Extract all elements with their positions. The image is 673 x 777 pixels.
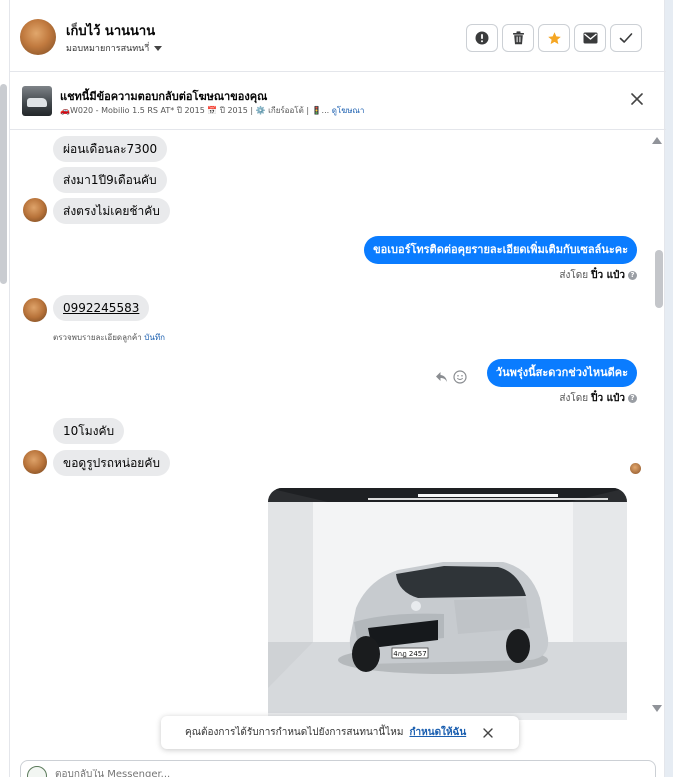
message-scrollbar-thumb[interactable] bbox=[655, 250, 663, 308]
save-detail-link[interactable]: บันทึก bbox=[144, 333, 165, 342]
contact-avatar-small bbox=[23, 198, 47, 222]
contact-avatar[interactable] bbox=[20, 19, 56, 55]
delete-button[interactable] bbox=[502, 24, 534, 52]
scroll-down-arrow-icon[interactable] bbox=[652, 705, 662, 712]
envelope-icon bbox=[583, 32, 597, 44]
mark-done-button[interactable] bbox=[610, 24, 642, 52]
help-icon[interactable]: ? bbox=[628, 394, 637, 403]
scroll-up-arrow-icon[interactable] bbox=[652, 137, 662, 144]
assign-to-me-link[interactable]: กำหนดให้ฉัน bbox=[409, 725, 466, 740]
header-actions bbox=[466, 24, 642, 52]
message-bubble-outgoing[interactable]: ขอเบอร์โทรติดต่อคุยรายละเอียดเพิ่มเติมกั… bbox=[364, 236, 637, 264]
star-button[interactable] bbox=[538, 24, 570, 52]
contact-name[interactable]: เก็บไว้ นานนาน bbox=[66, 20, 155, 41]
conversation-panel: เก็บไว้ นานนาน มอบหมายการสนทนาี่ แชทนี้ม… bbox=[9, 0, 666, 777]
trash-icon bbox=[512, 31, 524, 45]
report-spam-button[interactable] bbox=[466, 24, 498, 52]
detected-details-text: ตรวจพบรายละเอียดลูกค้า bbox=[53, 333, 142, 342]
sender-name[interactable]: ปิ๋ว แป๋ว bbox=[591, 391, 625, 406]
caret-down-icon bbox=[154, 45, 163, 51]
message-bubble-incoming[interactable]: ส่งมา1ปี9เดือนคับ bbox=[53, 167, 167, 193]
license-plate: 4กฎ 2457 bbox=[393, 650, 426, 658]
customer-detail-note: ตรวจพบรายละเอียดลูกค้า บันทึก bbox=[53, 331, 165, 344]
ad-thumbnail[interactable] bbox=[22, 86, 52, 116]
check-icon bbox=[619, 33, 633, 43]
message-bubble-incoming[interactable]: ผ่อนเดือนละ7300 bbox=[53, 136, 168, 162]
sent-by-line: ส่งโดย ปิ๋ว แป๋ว ? bbox=[559, 268, 637, 283]
reply-input[interactable] bbox=[55, 769, 615, 777]
close-icon[interactable] bbox=[630, 92, 644, 106]
message-bubble-incoming[interactable]: ส่งตรงไม่เคยช้าคับ bbox=[53, 198, 170, 224]
ad-banner-title: แชทนี้มีข้อความตอบกลับต่อโฆษณาของคุณ bbox=[60, 90, 268, 103]
assign-conversation-dropdown[interactable]: มอบหมายการสนทนาี่ bbox=[66, 41, 163, 55]
message-list[interactable]: ผ่อนเดือนละ7300 ส่งมา1ปี9เดือนคับ ส่งตรง… bbox=[10, 130, 666, 720]
contact-avatar-small bbox=[23, 450, 47, 474]
assign-prompt-toast: คุณต้องการได้รับการกำหนดไปยังการสนทนานี้… bbox=[161, 716, 519, 749]
message-bubble-incoming[interactable]: 10โมงคับ bbox=[53, 418, 125, 444]
seen-avatar bbox=[630, 463, 641, 474]
message-composer bbox=[20, 760, 656, 777]
sender-name[interactable]: ปิ๋ว แป๋ว bbox=[591, 268, 625, 283]
toast-text: คุณต้องการได้รับการกำหนดไปยังการสนทนานี้… bbox=[185, 727, 404, 738]
left-scrollbar-thumb[interactable] bbox=[0, 84, 7, 284]
contact-avatar-small bbox=[23, 298, 47, 322]
assign-label: มอบหมายการสนทนาี่ bbox=[66, 44, 150, 54]
conversation-header: เก็บไว้ นานนาน มอบหมายการสนทนาี่ bbox=[10, 0, 666, 72]
report-icon bbox=[475, 31, 489, 45]
page-avatar-icon bbox=[27, 766, 47, 777]
message-bubble-incoming[interactable]: ขอดูรูปรถหน่อยคับ bbox=[53, 450, 170, 476]
sent-by-line: ส่งโดย ปิ๋ว แป๋ว ? bbox=[559, 391, 637, 406]
sent-by-label: ส่งโดย bbox=[559, 270, 589, 281]
star-icon bbox=[547, 31, 561, 44]
car-photo-image: 4กฎ 2457 bbox=[268, 488, 627, 720]
sent-by-label: ส่งโดย bbox=[559, 393, 589, 404]
ad-banner-details: 🚗W020 - Mobilio 1.5 RS AT* ปี 2015 📅 ปี … bbox=[60, 104, 364, 117]
view-ad-link[interactable]: ดูโฆษณา bbox=[332, 106, 365, 115]
ad-reply-banner: แชทนี้มีข้อความตอบกลับต่อโฆษณาของคุณ 🚗W0… bbox=[10, 72, 666, 130]
mark-unread-button[interactable] bbox=[574, 24, 606, 52]
close-icon[interactable] bbox=[482, 727, 494, 739]
message-bubble-outgoing[interactable]: วันพรุ่งนี้สะดวกช่วงไหนดีคะ bbox=[486, 359, 637, 387]
reply-icon[interactable] bbox=[435, 371, 448, 383]
ad-details-text: 🚗W020 - Mobilio 1.5 RS AT* ปี 2015 📅 ปี … bbox=[60, 106, 330, 115]
react-emoji-icon[interactable] bbox=[453, 370, 467, 384]
phone-number-message[interactable]: 0992245583 bbox=[53, 295, 150, 321]
car-photo-attachment[interactable]: 4กฎ 2457 bbox=[268, 488, 627, 720]
help-icon[interactable]: ? bbox=[628, 271, 637, 280]
